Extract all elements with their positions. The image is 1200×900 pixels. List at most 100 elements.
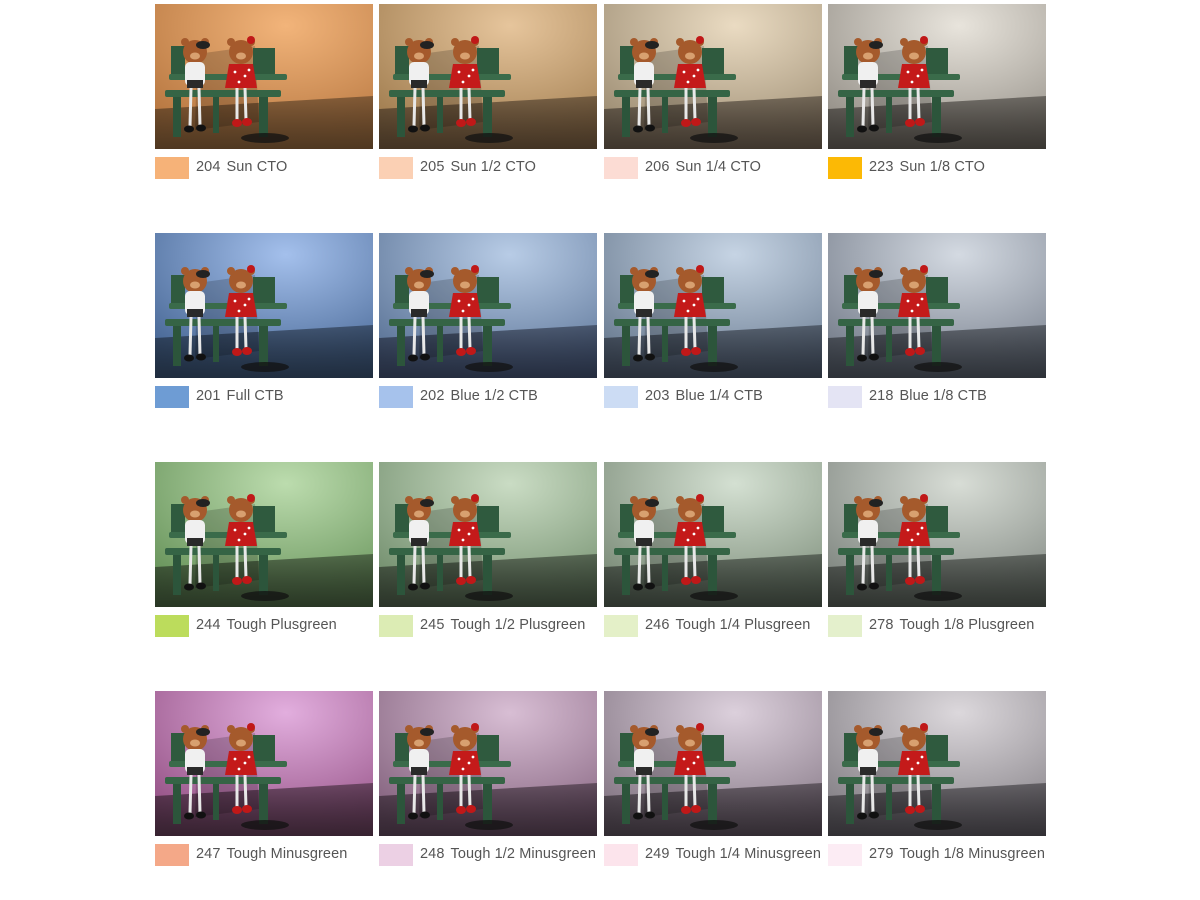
filter-sample-photo — [828, 233, 1046, 378]
color-swatch — [828, 157, 862, 179]
filter-photo — [379, 4, 597, 149]
color-swatch — [604, 157, 638, 179]
filter-code: 201 — [196, 388, 221, 404]
filter-name: Tough 1/2 Minusgreen — [450, 846, 596, 862]
filter-sample-photo — [828, 4, 1046, 149]
filter-photo — [379, 691, 597, 836]
filter-photo — [604, 462, 822, 607]
filter-sample-photo — [155, 233, 373, 378]
filter-sample-photo — [379, 691, 597, 836]
filter-photo — [155, 462, 373, 607]
filter-name: Sun 1/8 CTO — [899, 159, 985, 175]
filter-name: Tough Minusgreen — [226, 846, 348, 862]
filter-name: Tough 1/4 Minusgreen — [675, 846, 821, 862]
filter-code: 244 — [196, 617, 221, 633]
filter-photo — [604, 4, 822, 149]
filter-sample-photo — [379, 462, 597, 607]
color-swatch — [604, 386, 638, 408]
filter-name: Sun 1/4 CTO — [675, 159, 761, 175]
filter-photo — [828, 691, 1046, 836]
filter-card: 279 Tough 1/8 Minusgreen — [828, 691, 1046, 871]
filter-photo — [604, 691, 822, 836]
filter-label: 244 Tough Plusgreen — [196, 617, 337, 633]
filter-name: Tough 1/8 Plusgreen — [899, 617, 1035, 633]
filter-code: 205 — [420, 159, 445, 175]
filter-card: 244 Tough Plusgreen — [155, 462, 373, 642]
filter-code: 247 — [196, 846, 221, 862]
filter-sample-photo — [604, 233, 822, 378]
color-swatch — [155, 615, 189, 637]
filter-card: 201 Full CTB — [155, 233, 373, 413]
filter-code: 203 — [645, 388, 670, 404]
filter-card: 218 Blue 1/8 CTB — [828, 233, 1046, 413]
filter-photo — [828, 233, 1046, 378]
filter-code: 249 — [645, 846, 670, 862]
filter-code: 204 — [196, 159, 221, 175]
filter-card: 249 Tough 1/4 Minusgreen — [604, 691, 822, 871]
filter-name: Blue 1/2 CTB — [450, 388, 538, 404]
filter-name: Tough Plusgreen — [226, 617, 337, 633]
color-swatch — [155, 844, 189, 866]
filter-card: 205 Sun 1/2 CTO — [379, 4, 597, 184]
color-swatch — [604, 615, 638, 637]
filter-sample-photo — [604, 691, 822, 836]
filter-photo — [828, 4, 1046, 149]
filter-code: 223 — [869, 159, 894, 175]
filter-sample-photo — [828, 462, 1046, 607]
filter-card: 204 Sun CTO — [155, 4, 373, 184]
filter-card: 248 Tough 1/2 Minusgreen — [379, 691, 597, 871]
filter-card: 223 Sun 1/8 CTO — [828, 4, 1046, 184]
color-swatch — [379, 157, 413, 179]
filter-sample-photo — [604, 462, 822, 607]
filter-sample-photo — [379, 4, 597, 149]
filter-label: 249 Tough 1/4 Minusgreen — [645, 846, 821, 862]
color-swatch — [828, 844, 862, 866]
filter-sample-photo — [828, 691, 1046, 836]
filter-name: Tough 1/4 Plusgreen — [675, 617, 811, 633]
filter-photo — [379, 233, 597, 378]
filter-name: Tough 1/2 Plusgreen — [450, 617, 586, 633]
color-swatch — [828, 386, 862, 408]
filter-name: Full CTB — [226, 388, 284, 404]
filter-name: Tough 1/8 Minusgreen — [899, 846, 1045, 862]
filter-code: 279 — [869, 846, 894, 862]
filter-label: 223 Sun 1/8 CTO — [869, 159, 985, 175]
filter-label: 279 Tough 1/8 Minusgreen — [869, 846, 1045, 862]
filter-photo — [828, 462, 1046, 607]
filter-label: 202 Blue 1/2 CTB — [420, 388, 538, 404]
filter-label: 218 Blue 1/8 CTB — [869, 388, 987, 404]
filter-card: 203 Blue 1/4 CTB — [604, 233, 822, 413]
filter-name: Sun 1/2 CTO — [450, 159, 536, 175]
filter-code: 246 — [645, 617, 670, 633]
color-swatch — [828, 615, 862, 637]
filter-photo — [155, 4, 373, 149]
filter-code: 245 — [420, 617, 445, 633]
filter-sample-photo — [155, 4, 373, 149]
filter-gallery: 204 Sun CTO 205 Sun 1/2 CTO 206 Sun 1/4 … — [155, 4, 1046, 884]
filter-code: 278 — [869, 617, 894, 633]
color-swatch — [604, 844, 638, 866]
filter-label: 248 Tough 1/2 Minusgreen — [420, 846, 596, 862]
filter-label: 203 Blue 1/4 CTB — [645, 388, 763, 404]
filter-card: 245 Tough 1/2 Plusgreen — [379, 462, 597, 642]
filter-photo — [155, 691, 373, 836]
color-swatch — [379, 844, 413, 866]
filter-label: 247 Tough Minusgreen — [196, 846, 347, 862]
color-swatch — [379, 615, 413, 637]
filter-card: 247 Tough Minusgreen — [155, 691, 373, 871]
filter-sample-photo — [155, 462, 373, 607]
filter-label: 246 Tough 1/4 Plusgreen — [645, 617, 810, 633]
filter-name: Sun CTO — [226, 159, 288, 175]
filter-sample-photo — [604, 4, 822, 149]
filter-name: Blue 1/4 CTB — [675, 388, 763, 404]
color-swatch — [155, 157, 189, 179]
filter-label: 245 Tough 1/2 Plusgreen — [420, 617, 585, 633]
filter-label: 206 Sun 1/4 CTO — [645, 159, 761, 175]
filter-label: 205 Sun 1/2 CTO — [420, 159, 536, 175]
filter-photo — [604, 233, 822, 378]
filter-card: 246 Tough 1/4 Plusgreen — [604, 462, 822, 642]
filter-card: 278 Tough 1/8 Plusgreen — [828, 462, 1046, 642]
filter-code: 248 — [420, 846, 445, 862]
filter-label: 201 Full CTB — [196, 388, 284, 404]
filter-name: Blue 1/8 CTB — [899, 388, 987, 404]
